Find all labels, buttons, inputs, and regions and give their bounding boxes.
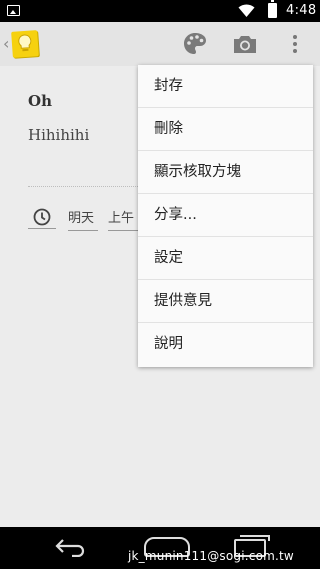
status-bar: 4:48 bbox=[0, 0, 320, 22]
menu-item-settings[interactable]: 設定 bbox=[138, 237, 313, 280]
reminder-time-dropdown[interactable]: 上午 bbox=[108, 207, 142, 231]
back-chevron-icon[interactable]: ‹ bbox=[3, 34, 9, 53]
action-bar: ‹ bbox=[0, 22, 320, 66]
menu-item-archive[interactable]: 封存 bbox=[138, 65, 313, 108]
menu-item-feedback[interactable]: 提供意見 bbox=[138, 280, 313, 323]
overflow-menu-icon[interactable] bbox=[288, 32, 302, 56]
screen: 4:48 ‹ Oh Hihihihi 明天 上午 封存 刪除 顯示核取方塊 分享… bbox=[0, 0, 320, 569]
palette-icon[interactable] bbox=[182, 31, 208, 57]
note-body[interactable]: Hihihihi bbox=[28, 126, 89, 144]
menu-item-help[interactable]: 說明 bbox=[138, 323, 313, 366]
overflow-menu: 封存 刪除 顯示核取方塊 分享... 設定 提供意見 說明 bbox=[138, 65, 313, 367]
clock-icon[interactable] bbox=[28, 205, 56, 229]
clock-time: 4:48 bbox=[286, 3, 317, 18]
back-icon[interactable] bbox=[54, 537, 88, 557]
battery-icon bbox=[268, 0, 277, 18]
menu-item-share[interactable]: 分享... bbox=[138, 194, 313, 237]
menu-item-delete[interactable]: 刪除 bbox=[138, 108, 313, 151]
keep-bulb-icon[interactable] bbox=[11, 30, 39, 58]
wifi-icon bbox=[238, 4, 255, 17]
watermark-text: jk_munin111@sogi.com.tw bbox=[128, 549, 294, 563]
reminder-day-dropdown[interactable]: 明天 bbox=[68, 207, 98, 231]
menu-item-show-checkboxes[interactable]: 顯示核取方塊 bbox=[138, 151, 313, 194]
note-title[interactable]: Oh bbox=[28, 92, 52, 110]
image-icon bbox=[7, 5, 20, 16]
camera-icon[interactable] bbox=[232, 32, 258, 56]
divider bbox=[28, 186, 148, 187]
